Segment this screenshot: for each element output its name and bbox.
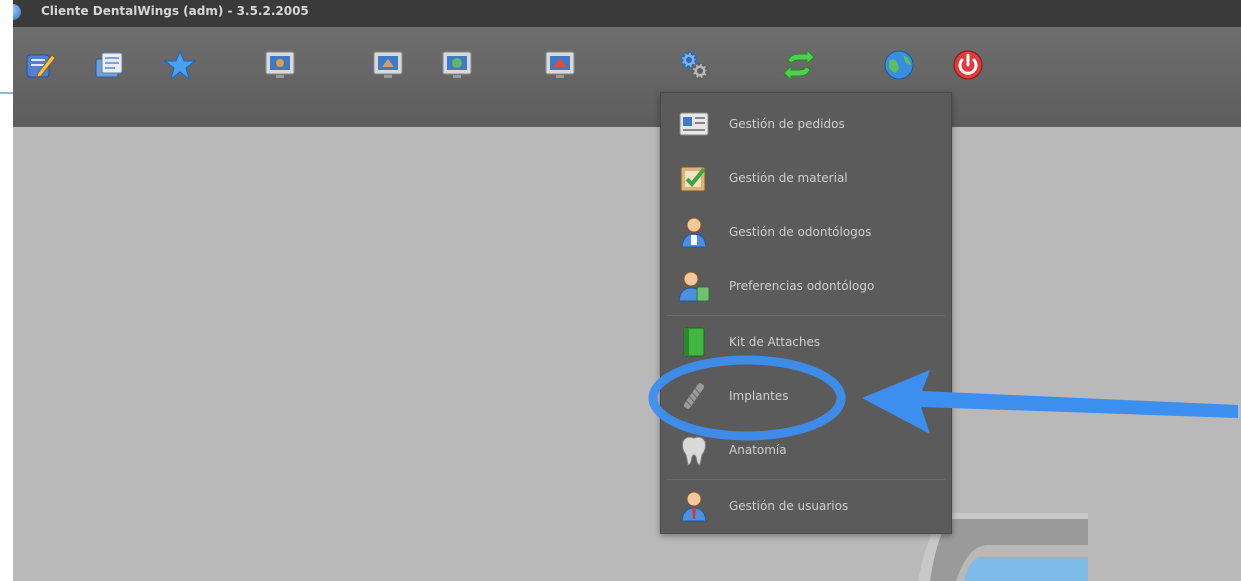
monitor-3-button[interactable] [437,45,477,85]
gears-icon [680,51,709,80]
monitor-2-button[interactable] [368,45,408,85]
menu-item-label: Preferencias odontólogo [729,279,875,293]
application-window: Cliente DentalWings (adm) - 3.5.2.2005 G… [13,0,1241,581]
user-icon [681,491,707,522]
monitor-icon [265,51,295,78]
menu-item-dentists[interactable]: Gestión de odontólogos [661,205,951,259]
internet-button[interactable] [879,45,919,85]
app-logo-icon [13,4,21,20]
power-icon [953,50,983,80]
menu-item-label: Gestión de usuarios [729,499,849,513]
window-title: Cliente DentalWings (adm) - 3.5.2.2005 [41,4,309,18]
title-bar: Cliente DentalWings (adm) - 3.5.2.2005 [13,0,1241,27]
menu-item-material[interactable]: Gestión de material [661,151,951,205]
material-icon [680,166,706,192]
menu-item-dentist-preferences[interactable]: Preferencias odontólogo [661,259,951,313]
sync-arrows-icon [783,48,815,82]
documents-icon [95,52,123,78]
menu-item-label: Gestión de material [729,171,848,185]
star-icon [163,49,197,81]
menu-item-label: Gestión de odontólogos [729,225,872,239]
dentist-preferences-icon [678,271,710,302]
menu-item-label: Kit de Attaches [729,335,821,349]
tooth-icon [681,436,707,466]
power-button[interactable] [948,45,988,85]
sync-button[interactable] [779,45,819,85]
monitor-icon [373,51,403,78]
menu-item-label: Anatomía [729,443,787,457]
left-strip [0,0,14,581]
orders-icon [679,112,709,136]
implant-icon [682,382,706,410]
monitor-icon [442,51,472,78]
menu-item-users[interactable]: Gestión de usuarios [661,479,951,533]
menu-item-implants[interactable]: Implantes [661,369,951,423]
tools-dropdown-menu: Gestión de pedidos Gestión de material G… [660,92,952,534]
menu-item-orders[interactable]: Gestión de pedidos [661,97,951,151]
toolbar [13,27,1241,127]
green-binder-icon [683,327,705,357]
favorites-button[interactable] [160,45,200,85]
monitor-icon [545,51,575,78]
menu-item-label: Implantes [729,389,789,403]
edit-button[interactable] [20,45,60,85]
globe-icon [884,50,914,80]
settings-button[interactable] [674,45,714,85]
dentist-user-icon [681,217,707,248]
menu-item-label: Gestión de pedidos [729,117,845,131]
left-accent-line [0,92,13,94]
monitor-1-button[interactable] [260,45,300,85]
menu-item-anatomy[interactable]: Anatomía [661,423,951,477]
menu-item-attachment-kit[interactable]: Kit de Attaches [661,315,951,369]
monitor-4-button[interactable] [540,45,580,85]
documents-button[interactable] [90,45,130,85]
edit-note-icon [26,54,56,78]
